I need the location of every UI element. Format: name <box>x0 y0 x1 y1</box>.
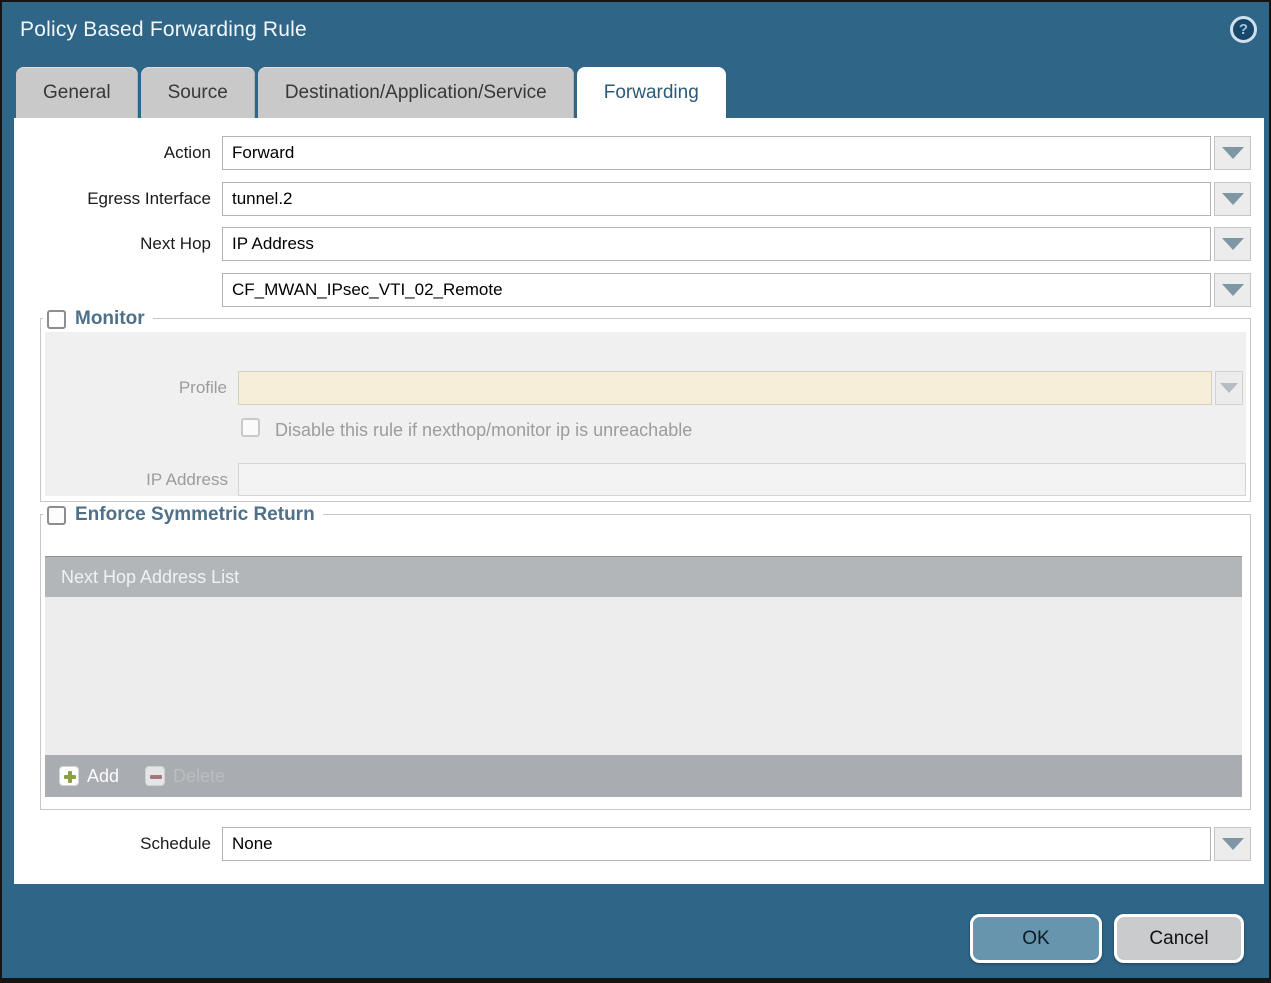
pbf-rule-dialog: Policy Based Forwarding Rule ? General S… <box>0 0 1271 983</box>
next-hop-address-list-header: Next Hop Address List <box>45 556 1242 597</box>
schedule-select[interactable]: None <box>222 827 1211 861</box>
cancel-button-label: Cancel <box>1149 928 1208 950</box>
tab-destination-application-service[interactable]: Destination/Application/Service <box>258 67 574 118</box>
add-button-label: Add <box>87 766 119 787</box>
schedule-dropdown-button[interactable] <box>1214 827 1251 861</box>
symmetric-return-title: Enforce Symmetric Return <box>75 504 315 526</box>
dialog-title: Policy Based Forwarding Rule <box>20 18 307 42</box>
monitor-section: Monitor Profile Disable this rule if nex… <box>40 318 1251 502</box>
egress-interface-row: Egress Interface tunnel.2 <box>14 182 1264 216</box>
ok-button[interactable]: OK <box>970 914 1102 963</box>
ok-button-label: OK <box>1022 928 1049 950</box>
action-row: Action Forward <box>14 136 1264 170</box>
add-button[interactable]: Add <box>59 766 119 787</box>
next-hop-type-select[interactable]: IP Address <box>222 227 1211 261</box>
egress-interface-dropdown-button[interactable] <box>1214 182 1251 216</box>
monitor-ip-input <box>238 463 1246 496</box>
action-dropdown-button[interactable] <box>1214 136 1251 170</box>
next-hop-address-list-toolbar: Add Delete <box>45 755 1242 797</box>
chevron-down-icon <box>1222 838 1244 850</box>
help-glyph: ? <box>1239 21 1248 38</box>
monitor-title: Monitor <box>75 308 145 330</box>
profile-dropdown-button <box>1215 371 1243 405</box>
chevron-down-icon <box>1222 238 1244 250</box>
tab-source[interactable]: Source <box>141 67 255 118</box>
monitor-checkbox[interactable] <box>47 310 66 329</box>
tab-source-label: Source <box>168 82 228 104</box>
plus-icon <box>59 766 79 786</box>
symmetric-return-section: Enforce Symmetric Return Next Hop Addres… <box>40 514 1251 810</box>
tab-forwarding-label: Forwarding <box>604 82 699 104</box>
minus-icon <box>145 766 165 786</box>
monitor-panel: Profile Disable this rule if nexthop/mon… <box>45 332 1246 496</box>
next-hop-row: Next Hop IP Address <box>14 227 1264 261</box>
tab-bar: General Source Destination/Application/S… <box>16 67 726 118</box>
disable-rule-checkbox <box>241 418 260 437</box>
tab-destination-label: Destination/Application/Service <box>285 82 547 104</box>
chevron-down-icon <box>1222 147 1244 159</box>
monitor-legend: Monitor <box>43 308 153 330</box>
delete-button-label: Delete <box>173 766 225 787</box>
symmetric-return-legend: Enforce Symmetric Return <box>43 504 323 526</box>
schedule-row: Schedule None <box>14 827 1264 861</box>
schedule-label: Schedule <box>14 827 211 861</box>
action-select[interactable]: Forward <box>222 136 1211 170</box>
forwarding-tab-panel: Action Forward Egress Interface tunnel.2… <box>14 118 1264 884</box>
next-hop-address-dropdown-button[interactable] <box>1214 273 1251 307</box>
monitor-ip-label: IP Address <box>45 463 228 496</box>
monitor-profile-row: Profile <box>45 371 1246 405</box>
chevron-down-icon <box>1222 284 1244 296</box>
cancel-button[interactable]: Cancel <box>1114 914 1244 963</box>
chevron-down-icon <box>1222 193 1244 205</box>
egress-interface-label: Egress Interface <box>14 182 211 216</box>
tab-general[interactable]: General <box>16 67 138 118</box>
profile-label: Profile <box>45 371 227 405</box>
next-hop-address-select[interactable]: CF_MWAN_IPsec_VTI_02_Remote <box>222 273 1211 307</box>
next-hop-dropdown-button[interactable] <box>1214 227 1251 261</box>
profile-select <box>238 371 1212 405</box>
next-hop-address-list-table: Next Hop Address List Add Delete <box>45 556 1242 797</box>
next-hop-address-row: CF_MWAN_IPsec_VTI_02_Remote <box>14 273 1264 307</box>
symmetric-return-checkbox[interactable] <box>47 506 66 525</box>
tab-forwarding[interactable]: Forwarding <box>577 67 726 118</box>
next-hop-address-list-body <box>45 597 1242 755</box>
chevron-down-icon <box>1220 383 1238 393</box>
action-label: Action <box>14 136 211 170</box>
next-hop-label: Next Hop <box>14 227 211 261</box>
tab-general-label: General <box>43 82 111 104</box>
disable-rule-label: Disable this rule if nexthop/monitor ip … <box>275 418 692 442</box>
delete-button: Delete <box>145 766 225 787</box>
help-icon[interactable]: ? <box>1230 16 1257 43</box>
egress-interface-select[interactable]: tunnel.2 <box>222 182 1211 216</box>
